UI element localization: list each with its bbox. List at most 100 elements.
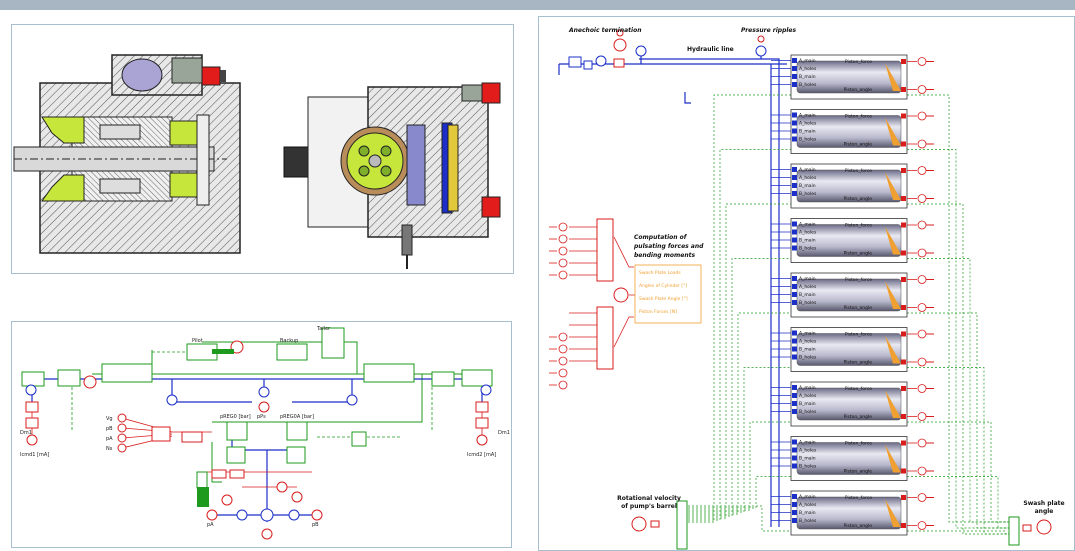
port-label-right: Piston_angle — [844, 305, 873, 311]
port-marker-right — [901, 495, 906, 500]
output-port — [917, 57, 927, 66]
swash-line-2: angle — [1035, 508, 1054, 515]
port-label-left: A_holes — [799, 284, 817, 290]
piston-blocks: A_main A_holes B_main B_holes Piston_force Pi… — [771, 54, 934, 536]
output-port — [917, 521, 927, 530]
signal-path — [684, 367, 791, 513]
dm-right-label: Dm1 — [498, 430, 510, 436]
control-circuit-diagram: Pilot Backup Tailer pREG0 [bar] pREG0A [… — [20, 326, 510, 540]
menu-swash-plate-loads: Swash Plate Loads — [639, 270, 681, 276]
output-port — [917, 111, 927, 121]
anechoic-label: Anechoic termination — [568, 27, 641, 34]
port-label-left: A_holes — [799, 66, 817, 72]
piston-block: A_main A_holes B_main B_holes Piston_force Pi… — [771, 381, 934, 427]
rotational-line-2: of pump's barrel — [621, 503, 677, 510]
port-label-left: B_holes — [799, 409, 817, 415]
left-valve-group — [21, 369, 97, 446]
output-port — [917, 384, 927, 393]
port-marker-right — [901, 305, 906, 310]
piston-block: A_main A_holes B_main B_holes Piston_force Pi… — [771, 109, 934, 154]
port-label-right: Piston_angle — [844, 469, 873, 475]
computation-line-3: bending moments — [634, 252, 695, 259]
output-port — [917, 493, 927, 502]
piston-block: A_main A_holes B_main B_holes Piston_force Pi… — [771, 327, 934, 372]
port-label-right: Piston_force — [845, 332, 872, 338]
port-marker-right — [901, 277, 906, 282]
pa-label: pA — [106, 436, 113, 442]
swash-label: Swash plate angle — [1023, 500, 1064, 515]
ps-label: pPs — [257, 414, 266, 420]
port-marker — [792, 237, 797, 243]
port-marker — [792, 292, 797, 297]
output-port — [917, 303, 927, 312]
force-input-port — [558, 344, 568, 354]
menu-piston-forces: Piston Forces [N] — [639, 309, 677, 315]
port-marker — [792, 58, 797, 63]
port-marker-right — [901, 331, 906, 337]
output-port — [917, 220, 927, 230]
port-label-left: A_holes — [799, 175, 817, 181]
current-left-label: Icmd1 [mA] — [20, 452, 49, 458]
port-marker — [792, 221, 797, 227]
port-label-left: B_holes — [799, 464, 817, 470]
port-marker — [792, 167, 797, 172]
port-marker — [792, 518, 797, 523]
port-marker — [792, 439, 797, 445]
front-section-view — [283, 82, 501, 269]
port-marker — [792, 447, 797, 453]
force-input-port — [558, 356, 568, 366]
force-input-port — [558, 368, 568, 378]
menu-swash-plate-angle: Swash Plate Angle [°] — [639, 296, 688, 302]
pr-left-label: pREG0 [bar] — [220, 414, 251, 420]
port-label-left: A_holes — [799, 448, 817, 454]
signal-path — [684, 312, 791, 515]
port-marker — [792, 82, 797, 87]
port-marker — [792, 463, 797, 469]
port-marker-right — [901, 414, 906, 419]
port-label-left: A_main — [799, 494, 816, 500]
port-label-right: Piston_force — [845, 495, 872, 501]
port-marker-right — [901, 59, 906, 64]
port-marker — [792, 112, 797, 118]
current-right-label: Icmd2 [mA] — [467, 452, 496, 458]
vg-label: Vg — [106, 416, 113, 422]
port-label-left: A_holes — [799, 230, 817, 236]
backup-label: Backup — [280, 338, 298, 344]
port-marker — [792, 120, 797, 126]
signal-path — [907, 530, 1009, 535]
central-valves — [101, 327, 415, 540]
left-force-inputs — [549, 222, 568, 390]
dm-left-label: Dm1 — [20, 430, 32, 436]
port-label-left: A_main — [799, 113, 816, 119]
port-label-left: A_main — [799, 331, 816, 337]
port-marker-right — [901, 250, 906, 256]
port-label-left: B_holes — [799, 300, 817, 306]
port-label-left: B_main — [799, 129, 816, 135]
force-input-port — [558, 332, 568, 342]
pump-model-panel: Anechoic termination Pressure ripples Hy… — [538, 16, 1075, 551]
port-marker — [792, 502, 797, 507]
port-label-right: Piston_angle — [844, 196, 873, 202]
port-marker — [792, 245, 797, 251]
port-marker-right — [901, 523, 906, 528]
port-marker — [792, 354, 797, 360]
output-port — [917, 166, 927, 175]
piston-block: A_main A_holes B_main B_holes Piston_force Pi… — [771, 490, 934, 536]
port-label-left: B_main — [799, 183, 816, 189]
port-label-left: B_holes — [799, 246, 817, 252]
port-marker-right — [901, 468, 906, 474]
output-port — [917, 412, 927, 421]
port-label-left: B_main — [799, 347, 816, 353]
port-label-left: B_holes — [799, 518, 817, 524]
port-label-left: A_main — [799, 440, 816, 446]
port-marker — [792, 136, 797, 142]
port-label-right: Piston_force — [845, 441, 872, 447]
swash-line-1: Swash plate — [1023, 500, 1064, 507]
ns-label: Ns — [106, 446, 113, 452]
port-marker-right — [901, 440, 906, 446]
pump-cross-section-panel — [11, 24, 514, 274]
right-valve-group — [431, 369, 493, 446]
port-label-left: A_main — [799, 222, 816, 228]
control-circuit-panel: Pilot Backup Tailer pREG0 [bar] pREG0A [… — [11, 321, 512, 548]
top-title-bar — [0, 0, 1075, 10]
